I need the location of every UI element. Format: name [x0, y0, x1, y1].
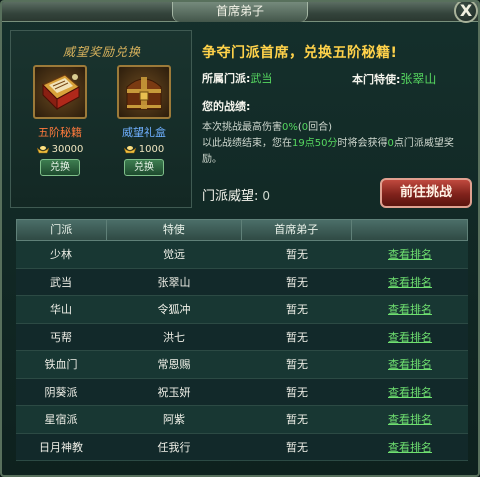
cell-envoy: 令狐冲	[157, 303, 191, 316]
go-challenge-button[interactable]: 前往挑战	[380, 178, 472, 208]
table-header: 门派 特使 首席弟子	[16, 219, 468, 241]
table-row: 阴葵派 祝玉妍 暂无 查看排名	[16, 378, 468, 406]
battle-line2-pre: 以此战绩结束，您在	[202, 138, 292, 149]
table-row: 星宿派 阿紫 暂无 查看排名	[16, 406, 468, 434]
column-header-envoy: 特使	[107, 220, 243, 240]
cell-sect: 华山	[50, 303, 72, 316]
view-ranking-link[interactable]: 查看排名	[352, 351, 468, 378]
sect-ranking-table: 门派 特使 首席弟子 少林 觉远 暂无 查看排名 武当 张翠山 暂无 查看排名 …	[16, 219, 468, 461]
table-row: 日月神教 任我行 暂无 查看排名	[16, 433, 468, 461]
title-bar: 首席弟子	[2, 2, 478, 22]
exchange-button-secret-book[interactable]: 兑换	[40, 159, 80, 176]
gift-chest-icon[interactable]	[117, 65, 171, 119]
top-panel: 威望奖励兑换 五阶秘籍 30000 兑换 威望礼盒 1000 兑换 争夺门派首席…	[10, 30, 472, 210]
view-ranking-link[interactable]: 查看排名	[352, 296, 468, 323]
prestige-label: 门派威望:	[202, 189, 259, 204]
cell-envoy: 常恩赐	[157, 358, 191, 371]
table-row: 铁血门 常恩赐 暂无 查看排名	[16, 351, 468, 379]
sect-label: 所属门派:	[202, 72, 251, 85]
sect-info-row: 所属门派:武当 本门特使:张翠山	[202, 70, 474, 86]
headline: 争夺门派首席，兑换五阶秘籍!	[202, 45, 398, 61]
close-icon: X	[459, 1, 473, 20]
reward-item-secret-book: 五阶秘籍 30000 兑换	[25, 65, 95, 176]
table-body: 少林 觉远 暂无 查看排名 武当 张翠山 暂无 查看排名 华山 令狐冲 暂无 查…	[16, 241, 468, 461]
cell-sect: 日月神教	[39, 440, 83, 454]
envoy-value: 张翠山	[400, 72, 437, 86]
exchange-button-gift-box[interactable]: 兑换	[124, 159, 164, 176]
cell-envoy: 阿紫	[163, 413, 185, 426]
cell-envoy: 觉远	[163, 248, 185, 261]
cell-disciple: 暂无	[286, 303, 308, 316]
cell-disciple: 暂无	[286, 330, 308, 344]
battle-record-label: 您的战绩:	[202, 100, 251, 113]
battle-line1-post: 回合)	[308, 122, 333, 133]
table-row: 丐帮 洪七 暂无 查看排名	[16, 323, 468, 351]
cell-disciple: 暂无	[286, 275, 308, 289]
prestige-value: 0	[262, 189, 271, 203]
battle-damage-line: 本次挑战最高伤害0%(0回合)	[202, 118, 332, 133]
view-ranking-link[interactable]: 查看排名	[352, 269, 468, 296]
view-ranking-link[interactable]: 查看排名	[352, 406, 468, 433]
cell-disciple: 暂无	[286, 413, 308, 426]
reward-item-gift-box: 威望礼盒 1000 兑换	[109, 65, 179, 176]
sect-prestige: 门派威望: 0	[202, 185, 270, 204]
ingot-icon	[36, 146, 49, 154]
secret-book-icon[interactable]	[33, 65, 87, 119]
envoy-info: 本门特使:张翠山	[352, 70, 436, 87]
chief-disciple-window: 首席弟子 X 威望奖励兑换 五阶秘籍 30000 兑换 威望礼盒 1000 兑换…	[0, 0, 480, 477]
cell-disciple: 暂无	[286, 358, 308, 371]
cell-sect: 铁血门	[44, 358, 78, 371]
column-header-sect: 门派	[17, 220, 107, 240]
cell-envoy: 任我行	[157, 440, 191, 454]
battle-reward-line: 以此战绩结束，您在19点50分时将会获得0点门派威望奖励。	[202, 136, 470, 168]
column-header-disciple: 首席弟子	[242, 220, 352, 240]
cell-sect: 武当	[50, 275, 72, 289]
reward-name: 威望礼盒	[122, 126, 166, 139]
info-panel: 争夺门派首席，兑换五阶秘籍! 所属门派:武当 本门特使:张翠山 您的战绩: 本次…	[202, 30, 474, 208]
reward-cost: 1000	[109, 144, 179, 155]
ingot-icon	[123, 146, 136, 154]
cell-disciple: 暂无	[286, 440, 308, 454]
table-row: 华山 令狐冲 暂无 查看排名	[16, 296, 468, 324]
sect-value: 武当	[250, 72, 273, 85]
cell-sect: 丐帮	[50, 330, 72, 344]
battle-line2-mid: 时将会获得	[337, 138, 388, 149]
cell-disciple: 暂无	[286, 248, 308, 261]
battle-line1-pre: 本次挑战最高伤害	[202, 122, 282, 133]
reward-cost-value: 1000	[138, 144, 165, 155]
reward-time: 19点50分	[292, 138, 338, 149]
table-row: 武当 张翠山 暂无 查看排名	[16, 268, 468, 296]
window-title: 首席弟子	[172, 2, 308, 22]
column-header-action	[352, 220, 467, 240]
damage-percent: 0%	[282, 122, 298, 133]
reward-exchange-panel: 威望奖励兑换 五阶秘籍 30000 兑换 威望礼盒 1000 兑换	[10, 30, 192, 208]
cell-envoy: 洪七	[163, 330, 185, 344]
cell-sect: 少林	[50, 248, 72, 261]
reward-cost-value: 30000	[51, 144, 84, 155]
cell-sect: 星宿派	[44, 413, 78, 426]
view-ranking-link[interactable]: 查看排名	[352, 241, 468, 268]
cell-envoy: 张翠山	[157, 275, 191, 289]
view-ranking-link[interactable]: 查看排名	[352, 379, 468, 406]
cell-envoy: 祝玉妍	[157, 385, 191, 399]
close-button[interactable]: X	[454, 1, 478, 23]
view-ranking-link[interactable]: 查看排名	[352, 434, 468, 461]
reward-cost: 30000	[25, 144, 95, 155]
reward-name: 五阶秘籍	[38, 126, 82, 139]
envoy-label: 本门特使:	[352, 73, 401, 86]
table-row: 少林 觉远 暂无 查看排名	[16, 241, 468, 269]
view-ranking-link[interactable]: 查看排名	[352, 324, 468, 351]
reward-panel-title: 威望奖励兑换	[62, 45, 141, 59]
cell-sect: 阴葵派	[44, 385, 78, 399]
cell-disciple: 暂无	[286, 385, 308, 399]
